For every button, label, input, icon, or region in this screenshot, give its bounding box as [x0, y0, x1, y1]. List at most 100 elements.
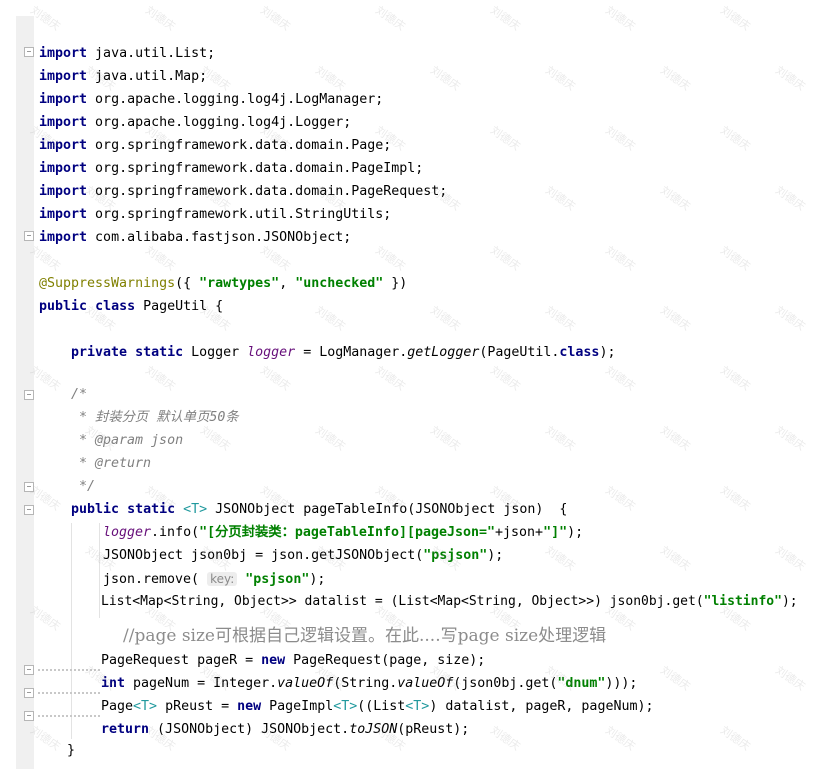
- keyword-import: import: [39, 207, 88, 222]
- keyword-private: private: [71, 345, 128, 360]
- expr: (json0bj.get(: [453, 676, 558, 691]
- comment-line: * @return: [71, 456, 152, 471]
- keyword-class: class: [559, 345, 600, 360]
- generic-type: <T>: [333, 699, 358, 714]
- code-line-import: import org.springframework.util.StringUt…: [39, 205, 391, 225]
- comment-line: */: [71, 479, 96, 494]
- code-comment-page-size: //page size可根据自己逻辑设置。在此....写page size处理逻…: [123, 626, 607, 646]
- code-line-return: return (JSONObject) JSONObject.toJSON(pR…: [101, 720, 469, 740]
- punct: );: [309, 572, 326, 587]
- import-path: com.alibaba.fastjson.JSONObject;: [87, 230, 352, 245]
- expr: +json+: [495, 525, 544, 540]
- expr: ) datalist, pageR, pageNum);: [429, 699, 654, 714]
- code-line-page-impl: Page<T> pReust = new PageImpl<T>((List<T…: [101, 697, 653, 717]
- keyword-import: import: [39, 230, 88, 245]
- import-path: org.apache.logging.log4j.Logger;: [87, 115, 352, 130]
- generic-type: <T>: [183, 502, 208, 517]
- keyword-new: new: [261, 653, 286, 668]
- comment-line: * 封装分页 默认单页50条: [71, 410, 239, 425]
- keyword-static: static: [135, 345, 184, 360]
- keyword-import: import: [39, 69, 88, 84]
- expr: .info(: [151, 525, 200, 540]
- keyword-new: new: [237, 699, 262, 714]
- punct: }): [383, 276, 408, 291]
- code-editor[interactable]: import java.util.List; import java.util.…: [0, 0, 834, 769]
- expr: pReust =: [157, 699, 238, 714]
- class-name: PageUtil {: [135, 299, 224, 314]
- field-logger: logger: [103, 525, 152, 540]
- code-line-datalist: List<Map<String, Object>> datalist = (Li…: [101, 592, 798, 612]
- code-line-remove: json.remove( key: "psjson");: [103, 569, 325, 589]
- punct: );: [567, 525, 584, 540]
- punct: );: [599, 345, 616, 360]
- expr: = LogManager.: [295, 345, 408, 360]
- keyword-class: class: [95, 299, 136, 314]
- punct: )));: [605, 676, 638, 691]
- expr: (pReust);: [397, 722, 470, 737]
- expr: json.remove(: [103, 572, 208, 587]
- keyword-return: return: [101, 722, 150, 737]
- import-path: org.springframework.data.domain.Page;: [87, 138, 392, 153]
- string-literal: "psjson": [245, 572, 310, 587]
- string-literal: "unchecked": [295, 276, 384, 291]
- punct: ({: [175, 276, 200, 291]
- import-path: java.util.List;: [87, 46, 216, 61]
- code-line-import: import java.util.Map;: [39, 67, 207, 87]
- method-valueof: valueOf: [277, 676, 334, 691]
- expr: JSONObject json0bj = json.getJSONObject(: [103, 548, 424, 563]
- code-line-import: import org.springframework.data.domain.P…: [39, 136, 391, 156]
- expr: List<Map<String, Object>> datalist = (Li…: [101, 594, 704, 609]
- comment-line: * @param json: [71, 433, 184, 448]
- expr: Page: [101, 699, 134, 714]
- expr: (String.: [333, 676, 398, 691]
- code-line-log-info: logger.info("[分页封装类：pageTableInfo][pageJ…: [103, 523, 583, 543]
- string-literal: "dnum": [557, 676, 606, 691]
- expr: pageNum = Integer.: [125, 676, 278, 691]
- import-path: org.springframework.data.domain.PageImpl…: [87, 161, 424, 176]
- import-path: org.apache.logging.log4j.LogManager;: [87, 92, 384, 107]
- method-valueof: valueOf: [397, 676, 454, 691]
- code-line-get-json: JSONObject json0bj = json.getJSONObject(…: [103, 546, 503, 566]
- expr: PageImpl: [261, 699, 334, 714]
- generic-type: <T>: [405, 699, 430, 714]
- parameter-hint: key:: [207, 572, 238, 586]
- import-path: org.springframework.data.domain.PageRequ…: [87, 184, 448, 199]
- punct: );: [781, 594, 798, 609]
- string-literal: "psjson": [423, 548, 488, 563]
- code-line-import: import java.util.List;: [39, 44, 215, 64]
- code-line-class-decl: public class PageUtil {: [39, 297, 223, 317]
- keyword-public: public: [71, 502, 120, 517]
- code-line-import: import org.springframework.data.domain.P…: [39, 182, 447, 202]
- expr: PageRequest(page, size);: [285, 653, 486, 668]
- keyword-import: import: [39, 46, 88, 61]
- expr: (JSONObject) JSONObject.: [149, 722, 350, 737]
- signature: JSONObject pageTableInfo(JSONObject json…: [207, 502, 568, 517]
- code-line-close-brace: }: [67, 743, 76, 758]
- code-line-page-num: int pageNum = Integer.valueOf(String.val…: [101, 674, 637, 694]
- code-line-import: import org.apache.logging.log4j.Logger;: [39, 113, 351, 133]
- expr: ((List: [357, 699, 406, 714]
- keyword-import: import: [39, 92, 88, 107]
- annotation: @SuppressWarnings: [39, 276, 176, 291]
- keyword-int: int: [101, 676, 126, 691]
- code-line-import: import org.apache.logging.log4j.LogManag…: [39, 90, 383, 110]
- string-literal: "rawtypes": [199, 276, 280, 291]
- method-tojson: toJSON: [349, 722, 398, 737]
- string-literal: "]": [543, 525, 568, 540]
- type: Logger: [183, 345, 248, 360]
- code-line-import: import org.springframework.data.domain.P…: [39, 159, 423, 179]
- punct: ,: [279, 276, 296, 291]
- keyword-import: import: [39, 115, 88, 130]
- generic-type: <T>: [133, 699, 158, 714]
- code-area[interactable]: import java.util.List; import java.util.…: [0, 0, 834, 769]
- keyword-import: import: [39, 138, 88, 153]
- keyword-public: public: [39, 299, 88, 314]
- string-literal: "[分页封装类：pageTableInfo][pageJson=": [199, 525, 496, 540]
- code-line-logger: private static Logger logger = LogManage…: [71, 343, 615, 363]
- comment-line: /*: [71, 387, 88, 402]
- code-line-page-request: PageRequest pageR = new PageRequest(page…: [101, 651, 485, 671]
- expr: (PageUtil.: [479, 345, 560, 360]
- string-literal: "listinfo": [703, 594, 782, 609]
- keyword-import: import: [39, 184, 88, 199]
- import-path: java.util.Map;: [87, 69, 208, 84]
